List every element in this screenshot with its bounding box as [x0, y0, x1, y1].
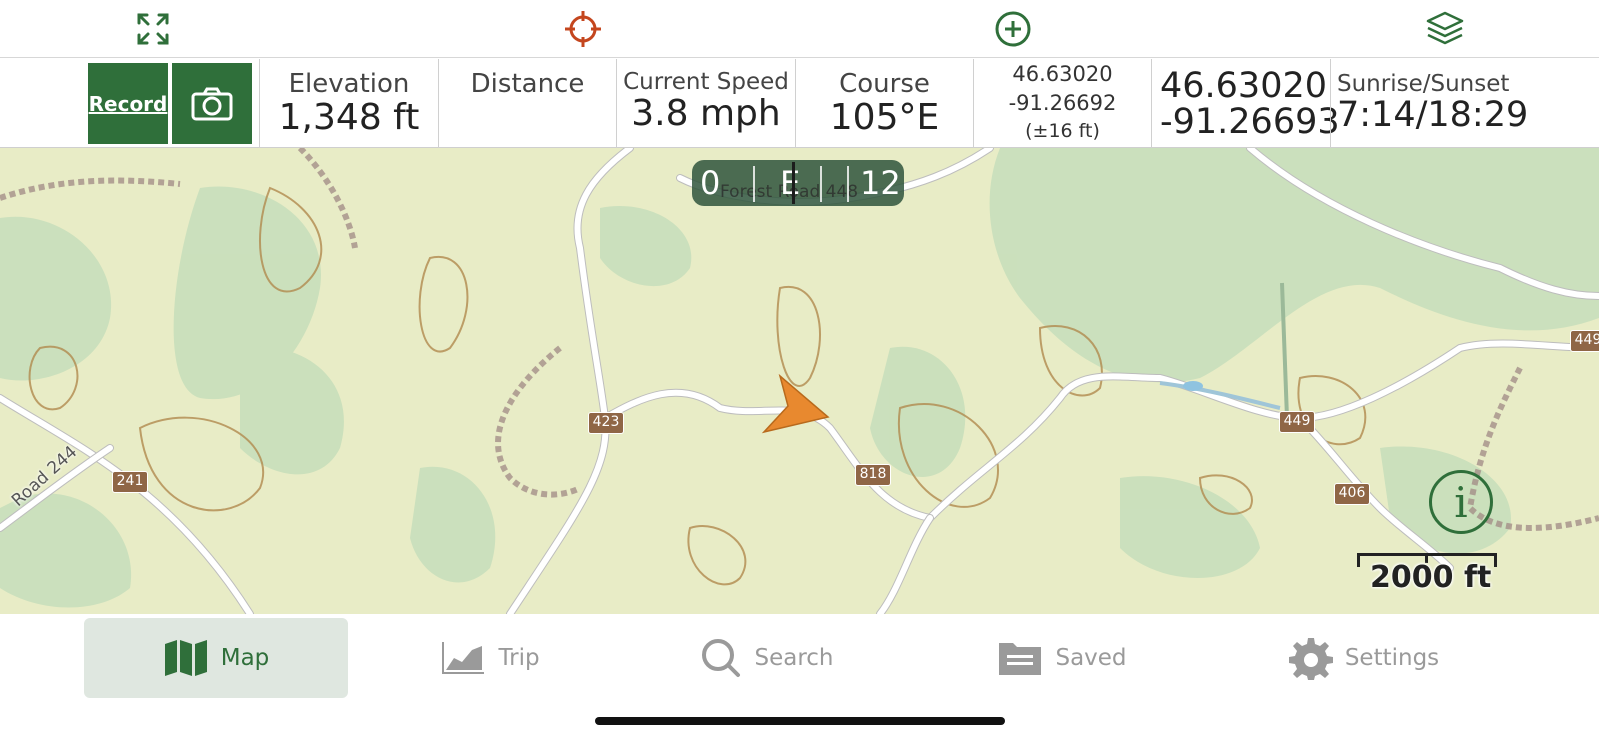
course-cell[interactable]: Course 105°E	[795, 59, 973, 148]
gps-latitude: 46.63020	[1012, 62, 1113, 86]
coordinates-cell[interactable]: 46.63020 -91.26693	[1151, 59, 1340, 148]
road-shield-423: 423	[588, 412, 624, 434]
topo-map[interactable]: 423 241 818 449 406 449 Road 244 Forest …	[0, 148, 1599, 614]
gps-coordinates-cell[interactable]: 46.63020 -91.26692 (±16 ft)	[973, 59, 1151, 148]
tab-map[interactable]: Map	[84, 618, 348, 698]
tab-trip[interactable]: Trip	[420, 618, 560, 698]
road-shield-241: 241	[112, 471, 148, 493]
course-value: 105°E	[829, 97, 940, 138]
pond	[1183, 381, 1203, 391]
compass-left-value: 0	[700, 164, 721, 202]
elevation-value: 1,348 ft	[278, 97, 420, 138]
tab-saved[interactable]: Saved	[992, 618, 1132, 698]
top-toolbar	[0, 0, 1599, 58]
compass-center-line	[792, 162, 795, 204]
camera-button[interactable]	[172, 63, 252, 144]
map-icon	[164, 640, 207, 676]
gps-longitude: -91.26692	[1008, 91, 1117, 115]
gps-accuracy: (±16 ft)	[1025, 120, 1100, 142]
compass-tick	[820, 166, 822, 202]
gear-icon	[1288, 638, 1333, 680]
sunrise-sunset-cell[interactable]: Sunrise/Sunset 7:14/18:29	[1330, 59, 1529, 148]
layers-icon[interactable]	[1425, 9, 1465, 49]
longitude-value: -91.26693	[1160, 102, 1340, 142]
compass-tick	[753, 166, 755, 202]
tab-map-label: Map	[220, 645, 270, 671]
compass-heading: E	[780, 164, 801, 202]
scale-label: 2000 ft	[1370, 560, 1492, 595]
home-indicator	[595, 717, 1005, 725]
tab-search[interactable]: Search	[692, 618, 842, 698]
tab-settings-label: Settings	[1344, 645, 1440, 671]
sunrise-sunset-value: 7:14/18:29	[1337, 95, 1529, 135]
compass-tick	[847, 166, 849, 202]
tab-saved-label: Saved	[1055, 645, 1127, 671]
compass-right-value: 12	[860, 164, 901, 202]
elevation-label: Elevation	[288, 69, 410, 99]
road-shield-406: 406	[1334, 483, 1370, 505]
add-circle-icon[interactable]	[993, 9, 1033, 49]
tab-trip-label: Trip	[498, 645, 540, 671]
crosshair-icon[interactable]	[563, 9, 603, 49]
tab-search-label: Search	[754, 645, 834, 671]
record-label: Record	[88, 91, 168, 116]
speed-value: 3.8 mph	[631, 93, 781, 134]
road-shield-449-east: 449	[1570, 330, 1599, 352]
stats-bar: Record Elevation 1,348 ft Distance Curre…	[0, 59, 1599, 148]
speed-label: Current Speed	[623, 69, 789, 95]
search-icon	[702, 639, 741, 677]
distance-label: Distance	[470, 69, 585, 99]
record-button[interactable]: Record	[88, 63, 168, 144]
compass-strip[interactable]: Forest Road 448 0 E 12	[692, 160, 904, 206]
distance-cell[interactable]: Distance	[438, 59, 616, 148]
road-shield-449: 449	[1279, 411, 1315, 433]
folder-icon	[999, 643, 1042, 675]
latitude-value: 46.63020	[1160, 66, 1328, 106]
speed-cell[interactable]: Current Speed 3.8 mph	[616, 59, 795, 148]
trip-chart-icon	[442, 642, 485, 674]
elevation-cell[interactable]: Elevation 1,348 ft	[259, 59, 438, 148]
road-shield-818: 818	[855, 464, 891, 486]
info-icon[interactable]: i	[1429, 470, 1493, 534]
course-label: Course	[839, 69, 930, 99]
expand-arrows-icon[interactable]	[133, 9, 173, 49]
camera-icon	[191, 87, 233, 120]
tab-settings[interactable]: Settings	[1284, 618, 1444, 698]
sunrise-sunset-label: Sunrise/Sunset	[1337, 71, 1510, 97]
